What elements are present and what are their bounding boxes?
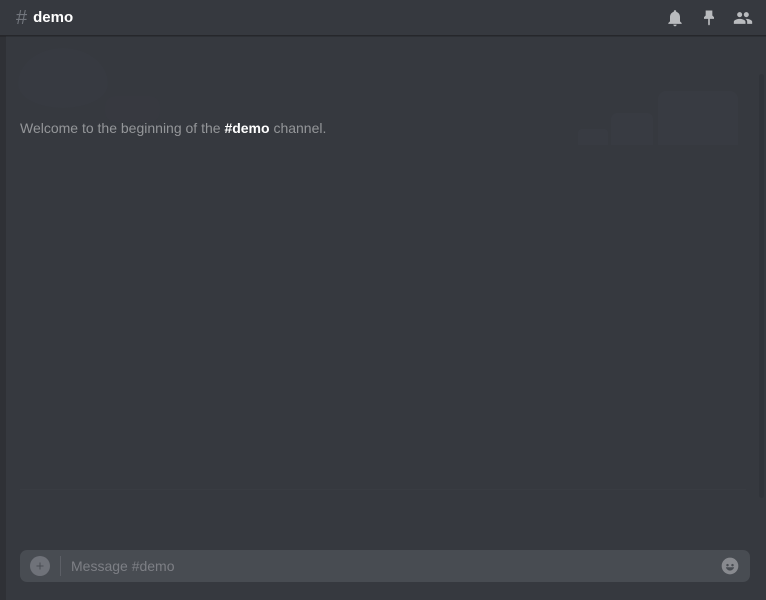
message-input[interactable] xyxy=(71,558,720,574)
separator xyxy=(20,489,746,490)
welcome-prefix: Welcome to the beginning of the xyxy=(20,120,224,136)
attach-button[interactable] xyxy=(30,556,50,576)
channel-header: # demo xyxy=(0,0,766,36)
decorative-buildings xyxy=(588,80,738,145)
pin-icon[interactable] xyxy=(698,7,720,29)
channel-name: demo xyxy=(33,9,73,26)
input-divider xyxy=(60,556,61,576)
message-input-bar xyxy=(20,550,750,582)
scrollbar[interactable] xyxy=(759,74,764,498)
messages-area: Welcome to the beginning of the #demo ch… xyxy=(0,36,766,550)
welcome-channel: #demo xyxy=(224,120,269,136)
hash-icon: # xyxy=(16,8,27,28)
decorative-blob xyxy=(18,48,108,108)
message-input-container xyxy=(0,550,766,600)
emoji-icon[interactable] xyxy=(720,556,740,576)
welcome-suffix: channel. xyxy=(270,120,327,136)
welcome-message: Welcome to the beginning of the #demo ch… xyxy=(20,120,326,136)
decorative-blob xyxy=(105,96,160,122)
notifications-icon[interactable] xyxy=(664,7,686,29)
members-icon[interactable] xyxy=(732,7,754,29)
